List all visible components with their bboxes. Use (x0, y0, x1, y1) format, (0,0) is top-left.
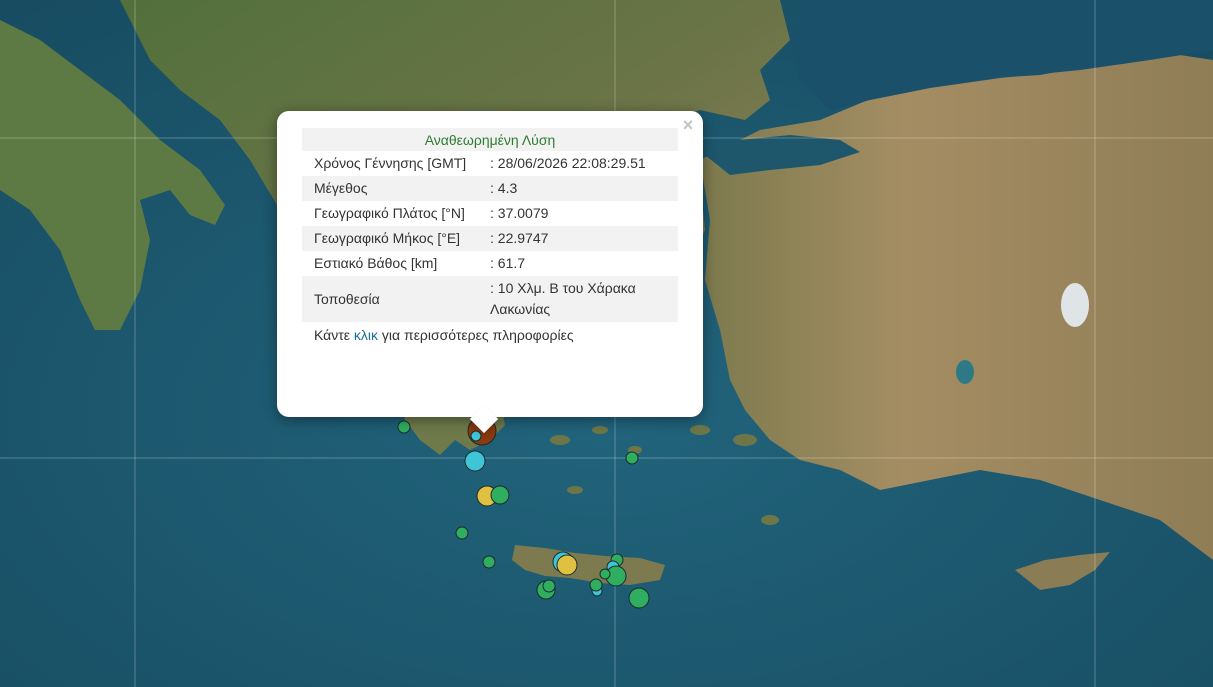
quake-marker[interactable] (464, 450, 486, 472)
more-info-line: Κάντε κλικ για περισσότερες πληροφορίες (302, 322, 678, 346)
info-label: Τοποθεσία (302, 276, 478, 322)
info-row-origin-time: Χρόνος Γέννησης [GMT] : 28/06/2026 22:08… (302, 151, 678, 176)
info-value: : 28/06/2026 22:08:29.51 (490, 155, 646, 171)
info-label: Εστιακό Βάθος [km] (314, 255, 438, 271)
info-value: : 61.7 (490, 255, 526, 271)
info-label: Χρόνος Γέννησης [GMT] (314, 155, 467, 171)
info-row-longitude: Γεωγραφικό Μήκος [°E] : 22.9747 (302, 226, 678, 251)
info-label: Μέγεθος (302, 176, 478, 201)
info-label: Γεωγραφικό Μήκος [°E] (302, 226, 478, 251)
popup-content: Αναθεωρημένη Λύση Χρόνος Γέννησης [GMT] … (302, 128, 678, 346)
earthquake-popup: × Αναθεωρημένη Λύση Χρόνος Γέννησης [GMT… (277, 111, 703, 434)
info-value: : 22.9747 (478, 226, 678, 251)
quake-marker[interactable] (589, 578, 603, 592)
info-row-magnitude: Μέγεθος : 4.3 (302, 176, 678, 201)
quake-marker[interactable] (542, 579, 556, 593)
lake (956, 360, 974, 384)
info-value: : 10 Χλμ. Β του Χάρακα Λακωνίας (478, 276, 678, 322)
close-icon[interactable]: × (679, 116, 697, 134)
quake-marker[interactable] (455, 526, 469, 540)
quake-marker[interactable] (628, 587, 650, 609)
info-row-location: Τοποθεσία : 10 Χλμ. Β του Χάρακα Λακωνία… (302, 276, 678, 322)
info-label: Γεωγραφικό Πλάτος [°N] (314, 205, 465, 221)
quake-marker[interactable] (482, 555, 496, 569)
popup-heading: Αναθεωρημένη Λύση (302, 128, 678, 151)
info-row-depth: Εστιακό Βάθος [km] : 61.7 (302, 251, 678, 276)
quake-marker[interactable] (490, 485, 510, 505)
info-row-latitude: Γεωγραφικό Πλάτος [°N] : 37.0079 (302, 201, 678, 226)
salt-lake (1061, 283, 1089, 327)
quake-marker[interactable] (556, 554, 578, 576)
quake-marker[interactable] (625, 451, 639, 465)
more-info-link[interactable]: κλικ (354, 327, 378, 343)
more-info-prefix: Κάντε (314, 327, 354, 343)
info-value: : 37.0079 (490, 205, 549, 221)
more-info-suffix: για περισσότερες πληροφορίες (378, 327, 574, 343)
info-value: : 4.3 (478, 176, 678, 201)
earthquake-info-table: Χρόνος Γέννησης [GMT] : 28/06/2026 22:08… (302, 151, 678, 322)
quake-marker[interactable] (397, 420, 411, 434)
quake-marker[interactable] (599, 568, 611, 580)
quake-marker[interactable] (470, 430, 482, 442)
